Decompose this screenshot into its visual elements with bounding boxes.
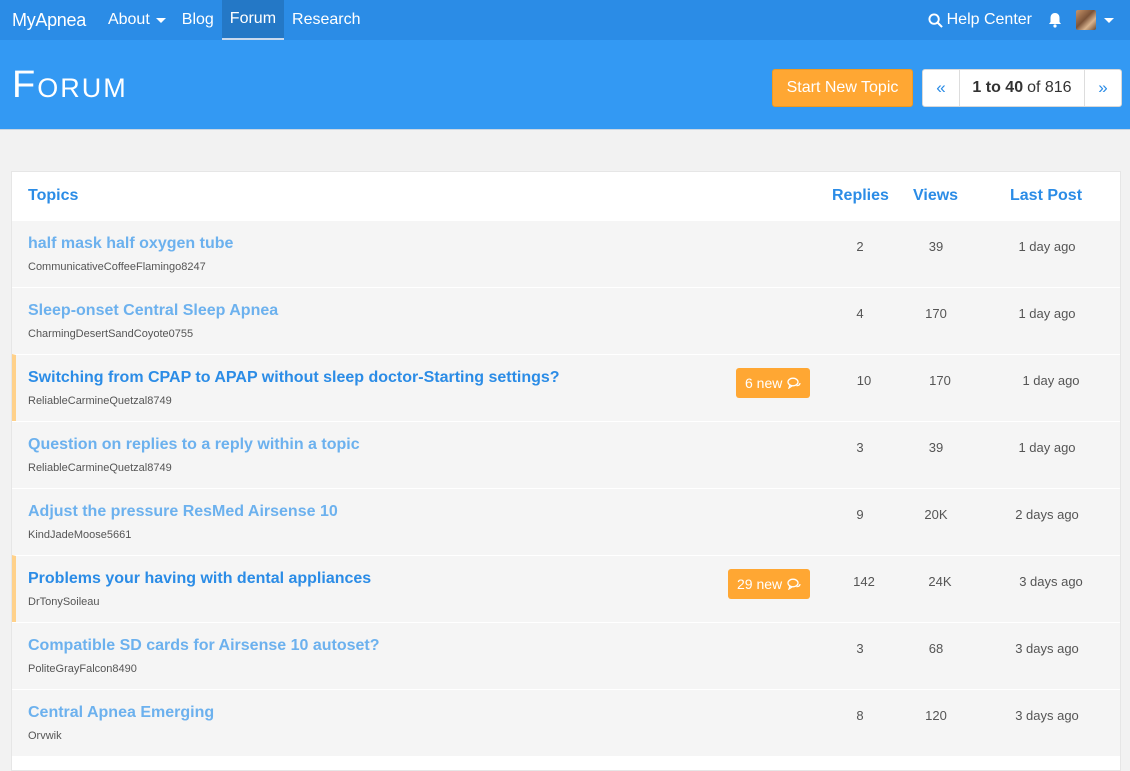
views-count: 39 [928,239,944,254]
comments-icon [787,578,801,590]
page-range: 1 to 40 of 816 [959,70,1085,106]
header-replies[interactable]: Replies [832,187,889,205]
chevron-down-icon[interactable] [1104,17,1114,23]
replies-count: 8 [856,708,864,723]
nav-research[interactable]: Research [284,0,368,40]
new-replies-badge[interactable]: 6 new [736,368,811,398]
topic-author[interactable]: CommunicativeCoffeeFlamingo8247 [28,261,206,273]
views-count: 170 [925,306,947,321]
pagination: « 1 to 40 of 816 » [922,69,1122,107]
header-last-post[interactable]: Last Post [1010,187,1082,205]
next-page-button[interactable]: » [1085,70,1121,106]
chevron-down-icon [155,17,166,23]
topic-title-link[interactable]: Sleep-onset Central Sleep Apnea [28,302,278,320]
topic-title-link[interactable]: half mask half oxygen tube [28,235,233,253]
prev-page-button[interactable]: « [923,70,959,106]
replies-count: 9 [856,507,864,522]
last-post-time[interactable]: 1 day ago [997,440,1097,455]
topic-title-link[interactable]: Problems your having with dental applian… [28,570,371,588]
avatar[interactable] [1076,10,1096,30]
replies-count: 2 [856,239,864,254]
last-post-time[interactable]: 1 day ago [997,306,1097,321]
new-replies-badge[interactable]: 29 new [728,569,811,599]
topic-title-link[interactable]: Switching from CPAP to APAP without slee… [28,369,560,387]
nav-right: Help Center [928,0,1114,40]
table-row[interactable]: Compatible SD cards for Airsense 10 auto… [12,622,1120,689]
new-replies-count: 29 new [737,576,783,592]
header-views[interactable]: Views [913,187,958,205]
last-post-time[interactable]: 1 day ago [1001,373,1101,388]
views-count: 68 [928,641,944,656]
topic-author[interactable]: ReliableCarmineQuetzal8749 [28,462,172,474]
table-header: Topics Replies Views Last Post [12,172,1120,220]
views-count: 120 [925,708,947,723]
topics-table: Topics Replies Views Last Post half mask… [11,171,1121,771]
topic-title-link[interactable]: Central Apnea Emerging [28,704,214,722]
last-post-time[interactable]: 3 days ago [997,708,1097,723]
bell-icon[interactable] [1048,12,1062,28]
topic-title-link[interactable]: Question on replies to a reply within a … [28,436,360,454]
header-topics[interactable]: Topics [28,187,78,205]
topic-author[interactable]: PoliteGrayFalcon8490 [28,663,137,675]
table-row[interactable]: half mask half oxygen tube CommunicativeC… [12,220,1120,287]
topic-author[interactable]: KindJadeMoose5661 [28,529,131,541]
comments-icon [787,377,801,389]
start-new-topic-button[interactable]: Start New Topic [772,69,913,107]
page-title: Forum [12,64,128,106]
topic-author[interactable]: CharmingDesertSandCoyote0755 [28,328,193,340]
table-row[interactable]: Adjust the pressure ResMed Airsense 10 Ki… [12,488,1120,555]
table-row[interactable]: Question on replies to a reply within a … [12,421,1120,488]
views-count: 20K [924,507,948,522]
nav-about[interactable]: About [100,0,174,40]
views-count: 24K [928,574,952,589]
last-post-time[interactable]: 3 days ago [1001,574,1101,589]
new-replies-count: 6 new [745,375,783,391]
help-center-label: Help Center [946,11,1032,28]
nav-about-label: About [107,11,150,28]
page-total: of 816 [1027,79,1072,96]
topic-author[interactable]: Orvwik [28,730,62,742]
topic-author[interactable]: ReliableCarmineQuetzal8749 [28,395,172,407]
table-row[interactable]: Central Apnea Emerging Orvwik 8 120 3 days a… [12,689,1120,756]
page-range-value: 1 to 40 [972,79,1024,96]
search-icon [928,12,943,28]
last-post-time[interactable]: 3 days ago [997,641,1097,656]
topic-author[interactable]: DrTonySoileau [28,596,100,608]
nav-blog[interactable]: Blog [174,0,222,40]
replies-count: 4 [856,306,864,321]
help-center-link[interactable]: Help Center [928,11,1032,29]
topic-title-link[interactable]: Compatible SD cards for Airsense 10 auto… [28,637,380,655]
nav-forum[interactable]: Forum [221,0,285,40]
views-count: 39 [928,440,944,455]
page-header: Forum Start New Topic « 1 to 40 of 816 » [0,40,1130,130]
replies-count: 142 [853,574,875,589]
views-count: 170 [929,373,951,388]
replies-count: 3 [856,641,864,656]
table-row[interactable]: Switching from CPAP to APAP without slee… [12,354,1120,421]
table-row[interactable]: Sleep-onset Central Sleep Apnea CharmingD… [12,287,1120,354]
last-post-time[interactable]: 1 day ago [997,239,1097,254]
topic-title-link[interactable]: Adjust the pressure ResMed Airsense 10 [28,503,338,521]
brand-link[interactable]: MyApnea [12,10,86,31]
replies-count: 10 [856,373,872,388]
top-navbar: MyApnea About Blog Forum Research Help C… [0,0,1130,40]
table-row[interactable]: Problems your having with dental applian… [12,555,1120,622]
replies-count: 3 [856,440,864,455]
last-post-time[interactable]: 2 days ago [997,507,1097,522]
